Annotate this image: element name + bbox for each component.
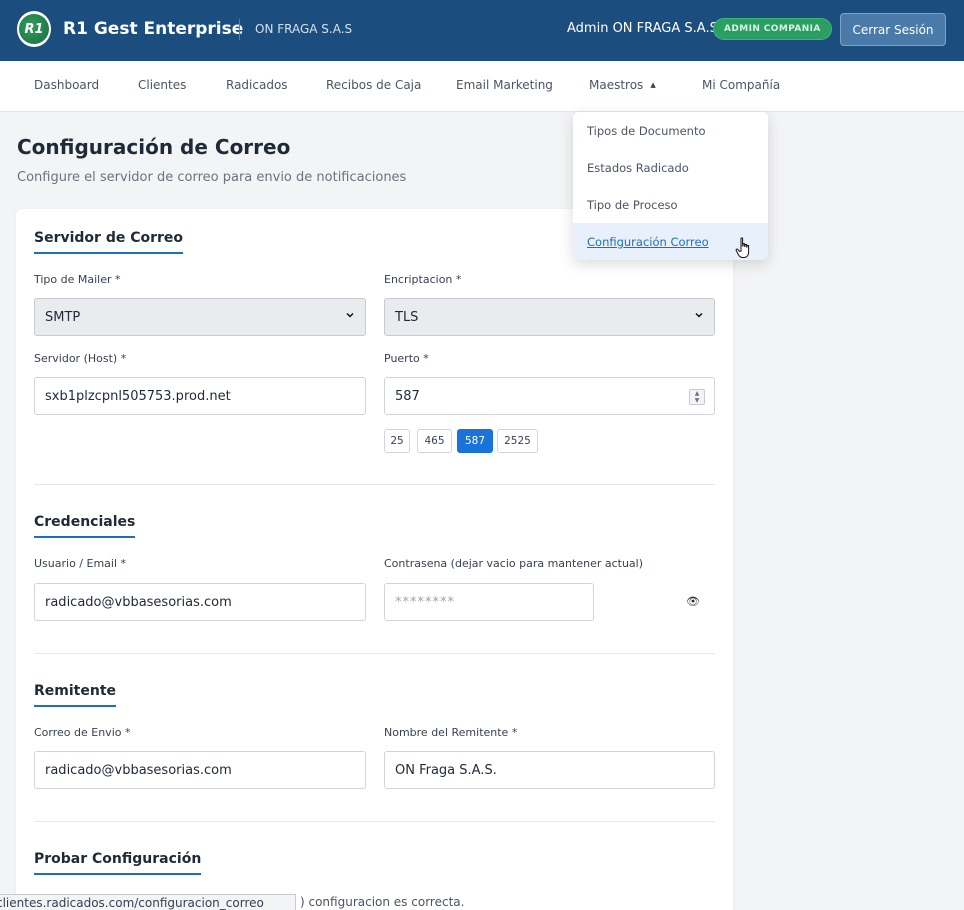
main-nav: Dashboard Clientes Radicados Recibos de … bbox=[0, 61, 964, 112]
section-divider bbox=[34, 484, 715, 485]
eye-icon[interactable]: 👁 bbox=[686, 595, 700, 608]
nav-radicados[interactable]: Radicados bbox=[226, 78, 288, 92]
nav-maestros-label: Maestros bbox=[589, 78, 644, 92]
mailer-value: SMTP bbox=[45, 309, 81, 325]
mailer-label: Tipo de Mailer * bbox=[34, 273, 121, 286]
logo-mark: R1 bbox=[19, 14, 49, 44]
stepper-up-icon: ▲ bbox=[694, 390, 700, 397]
status-url-text: clientes.radicados.com/configuracion_cor… bbox=[0, 895, 264, 910]
mailer-select[interactable]: SMTP bbox=[34, 298, 366, 336]
hand-cursor-icon bbox=[735, 237, 750, 258]
menu-item-tipos-documento[interactable]: Tipos de Documento bbox=[573, 112, 768, 149]
caret-up-icon: ▲ bbox=[650, 80, 656, 89]
top-header: R1 R1 Gest Enterprise ON FRAGA S.A.S Adm… bbox=[0, 0, 964, 61]
password-label: Contrasena (dejar vacio para mantener ac… bbox=[384, 557, 644, 570]
menu-item-tipo-proceso[interactable]: Tipo de Proceso bbox=[573, 186, 768, 223]
page-title: Configuración de Correo bbox=[17, 135, 291, 159]
section-title-remitente: Remitente bbox=[34, 683, 117, 707]
nav-dashboard[interactable]: Dashboard bbox=[34, 78, 99, 92]
port-input[interactable]: 587 ▲ ▼ bbox=[384, 377, 715, 415]
sender-name-input[interactable]: ON Fraga S.A.S. bbox=[384, 751, 715, 789]
port-stepper[interactable]: ▲ ▼ bbox=[689, 389, 705, 405]
chevron-down-icon bbox=[346, 312, 354, 318]
encryption-label: Encriptacion * bbox=[384, 273, 462, 286]
header-divider bbox=[239, 19, 240, 40]
user-label: Usuario / Email * bbox=[34, 557, 127, 570]
role-badge: ADMIN COMPANIA bbox=[713, 18, 832, 40]
encryption-value: TLS bbox=[395, 309, 419, 325]
stepper-down-icon: ▼ bbox=[694, 397, 700, 404]
port-chip-465[interactable]: 465 bbox=[417, 429, 452, 453]
nav-clientes[interactable]: Clientes bbox=[138, 78, 186, 92]
status-url-bar: clientes.radicados.com/configuracion_cor… bbox=[0, 894, 296, 910]
brand-name: R1 Gest Enterprise bbox=[63, 19, 244, 39]
section-title-credenciales: Credenciales bbox=[34, 514, 136, 538]
port-chip-25[interactable]: 25 bbox=[384, 429, 410, 453]
chevron-down-icon bbox=[695, 312, 703, 318]
app-logo[interactable]: R1 bbox=[17, 11, 51, 47]
host-label: Servidor (Host) * bbox=[34, 352, 127, 365]
nav-recibos-de-caja[interactable]: Recibos de Caja bbox=[326, 78, 421, 92]
port-label: Puerto * bbox=[384, 352, 429, 365]
host-input[interactable]: sxb1plzcpnl505753.prod.net bbox=[34, 377, 366, 415]
encryption-select[interactable]: TLS bbox=[384, 298, 715, 336]
nav-email-marketing[interactable]: Email Marketing bbox=[456, 78, 553, 92]
user-email-input[interactable]: radicado@vbbasesorias.com bbox=[34, 583, 366, 621]
sender-email-input[interactable]: radicado@vbbasesorias.com bbox=[34, 751, 366, 789]
sender-name-label: Nombre del Remitente * bbox=[384, 726, 518, 739]
page-subtitle: Configure el servidor de correo para env… bbox=[17, 170, 407, 185]
logout-button[interactable]: Cerrar Sesión bbox=[840, 13, 946, 46]
menu-item-estados-radicado[interactable]: Estados Radicado bbox=[573, 149, 768, 186]
section-divider bbox=[34, 821, 715, 822]
port-chip-2525[interactable]: 2525 bbox=[497, 429, 538, 453]
sender-email-label: Correo de Envio * bbox=[34, 726, 131, 739]
port-chip-587[interactable]: 587 bbox=[457, 429, 493, 453]
nav-mi-compania[interactable]: Mi Compañía bbox=[702, 78, 780, 92]
password-input[interactable]: ******** bbox=[384, 583, 594, 621]
section-divider bbox=[34, 653, 715, 654]
nav-maestros[interactable]: Maestros ▲ bbox=[589, 78, 656, 92]
user-name: Admin ON FRAGA S.A.S bbox=[567, 21, 718, 36]
test-description: ) configuracion es correcta. bbox=[300, 895, 465, 909]
section-title-probar: Probar Configuración bbox=[34, 851, 202, 875]
section-title-servidor: Servidor de Correo bbox=[34, 230, 184, 254]
company-name: ON FRAGA S.A.S bbox=[255, 22, 353, 36]
port-value: 587 bbox=[395, 388, 420, 404]
